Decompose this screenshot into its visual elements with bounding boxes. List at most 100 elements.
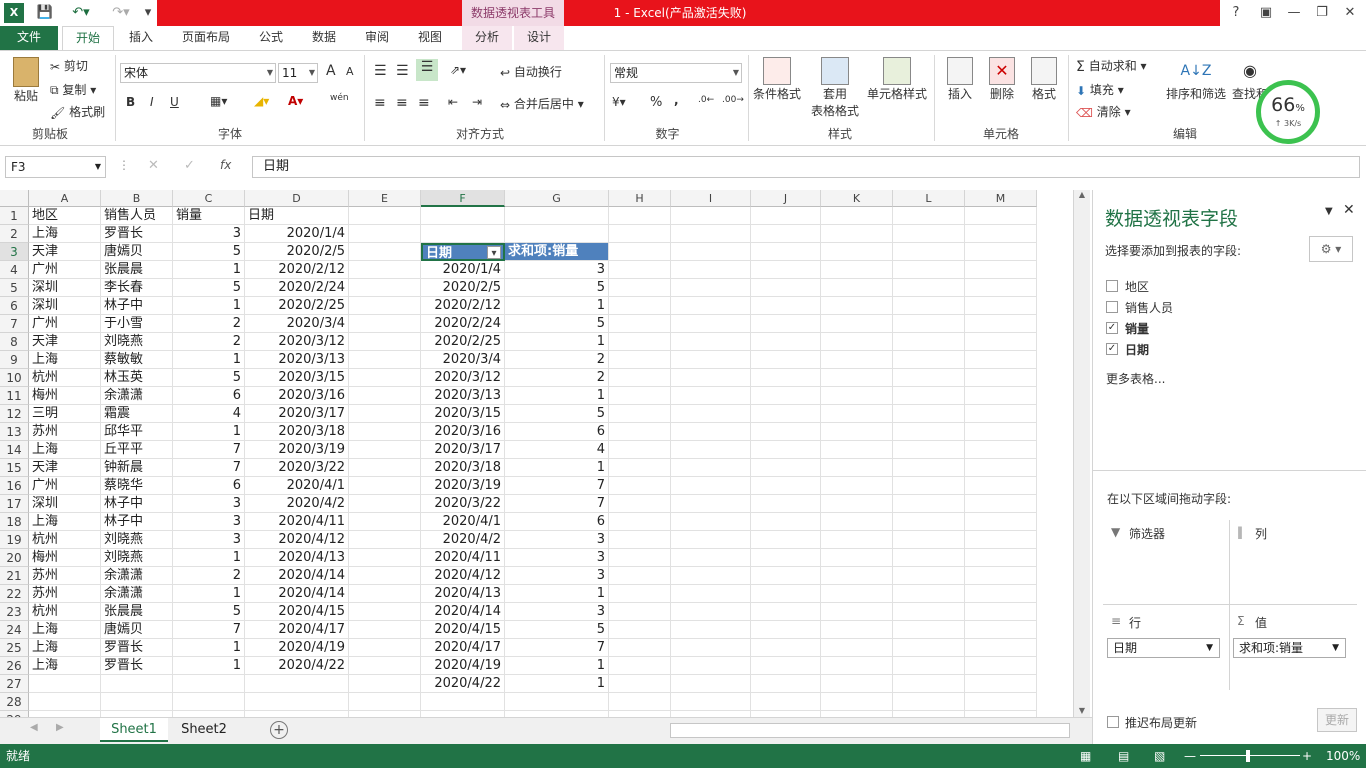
- sheet-tab-sheet1[interactable]: Sheet1: [100, 718, 168, 742]
- grid-cell[interactable]: [609, 261, 671, 279]
- shrink-font-button[interactable]: A: [346, 65, 354, 78]
- delete-cells-button[interactable]: ✕ 删除: [984, 57, 1020, 102]
- source-data-cell[interactable]: 7: [173, 441, 245, 459]
- formula-input[interactable]: 日期: [252, 156, 1360, 178]
- source-data-cell[interactable]: 梅州: [29, 549, 101, 567]
- pivot-header-date[interactable]: 日期 ▾: [421, 243, 505, 261]
- grid-cell[interactable]: [609, 369, 671, 387]
- source-data-cell[interactable]: 梅州: [29, 387, 101, 405]
- pivot-row-label[interactable]: 2020/3/18: [421, 459, 505, 477]
- grid-cell[interactable]: [821, 207, 893, 225]
- grid-cell[interactable]: [349, 261, 421, 279]
- pivot-row-label[interactable]: 2020/2/12: [421, 297, 505, 315]
- grid-cell[interactable]: [821, 675, 893, 693]
- source-data-cell[interactable]: 深圳: [29, 279, 101, 297]
- grid-cell[interactable]: [671, 207, 751, 225]
- grid-cell[interactable]: [751, 225, 821, 243]
- grid-cell[interactable]: [505, 225, 609, 243]
- grid-cell[interactable]: [173, 675, 245, 693]
- source-data-cell[interactable]: 上海: [29, 657, 101, 675]
- pivot-row-label[interactable]: 2020/4/1: [421, 513, 505, 531]
- tab-review[interactable]: 审阅: [356, 26, 398, 50]
- grid-cell[interactable]: [821, 351, 893, 369]
- pivot-row-label[interactable]: 2020/4/14: [421, 603, 505, 621]
- pivot-row-label[interactable]: 2020/4/13: [421, 585, 505, 603]
- source-data-cell[interactable]: 2020/3/19: [245, 441, 349, 459]
- source-data-cell[interactable]: 2020/2/12: [245, 261, 349, 279]
- grid-cell[interactable]: [965, 693, 1037, 711]
- pivot-row-value[interactable]: 1: [505, 585, 609, 603]
- grid-cell[interactable]: [893, 531, 965, 549]
- grid-cell[interactable]: [751, 513, 821, 531]
- tab-home[interactable]: 开始: [62, 26, 114, 50]
- phonetic-button[interactable]: wén: [330, 93, 349, 103]
- source-data-cell[interactable]: 张晨晨: [101, 261, 173, 279]
- pivot-row-value[interactable]: 4: [505, 441, 609, 459]
- grid-cell[interactable]: [609, 531, 671, 549]
- normal-view-icon[interactable]: ▦: [1080, 744, 1091, 768]
- grid-cell[interactable]: [349, 657, 421, 675]
- grid-cell[interactable]: [349, 675, 421, 693]
- source-data-cell[interactable]: 杭州: [29, 603, 101, 621]
- border-icon[interactable]: ▦▾: [210, 94, 227, 108]
- row-header[interactable]: 20: [0, 549, 29, 567]
- grid-cell[interactable]: [751, 549, 821, 567]
- grid-cell[interactable]: [671, 315, 751, 333]
- grid-cell[interactable]: [751, 621, 821, 639]
- grid-cell[interactable]: [965, 225, 1037, 243]
- pivot-row-value[interactable]: 5: [505, 279, 609, 297]
- pivot-row-label[interactable]: 2020/2/24: [421, 315, 505, 333]
- grid-cell[interactable]: [965, 243, 1037, 261]
- tab-data[interactable]: 数据: [302, 26, 346, 50]
- grid-cell[interactable]: [893, 351, 965, 369]
- fill-color-icon[interactable]: ◢▾: [254, 94, 269, 108]
- grid-cell[interactable]: [101, 693, 173, 711]
- row-header[interactable]: 9: [0, 351, 29, 369]
- pivot-row-value[interactable]: 1: [505, 297, 609, 315]
- source-data-cell[interactable]: 钟新晨: [101, 459, 173, 477]
- row-header[interactable]: 19: [0, 531, 29, 549]
- grid-cell[interactable]: [821, 405, 893, 423]
- pivot-row-label[interactable]: 2020/4/12: [421, 567, 505, 585]
- grid-cell[interactable]: [751, 459, 821, 477]
- column-header[interactable]: F: [421, 190, 505, 207]
- source-data-cell[interactable]: 广州: [29, 261, 101, 279]
- source-data-cell[interactable]: 2020/4/15: [245, 603, 349, 621]
- grid-cell[interactable]: [821, 495, 893, 513]
- grid-cell[interactable]: [671, 603, 751, 621]
- source-data-cell[interactable]: 余潇潇: [101, 567, 173, 585]
- bold-button[interactable]: B: [126, 95, 135, 109]
- save-icon[interactable]: 💾: [34, 3, 56, 23]
- grid-cell[interactable]: [893, 657, 965, 675]
- grid-cell[interactable]: [671, 495, 751, 513]
- grid-cell[interactable]: [671, 657, 751, 675]
- rows-field-pill[interactable]: 日期 ▼: [1107, 638, 1220, 658]
- tab-formulas[interactable]: 公式: [250, 26, 292, 50]
- source-data-cell[interactable]: 2020/1/4: [245, 225, 349, 243]
- grid-cell[interactable]: [893, 477, 965, 495]
- source-data-cell[interactable]: 4: [173, 405, 245, 423]
- grid-cell[interactable]: [893, 225, 965, 243]
- grid-cell[interactable]: [965, 603, 1037, 621]
- pivot-row-label[interactable]: 2020/3/16: [421, 423, 505, 441]
- pivot-row-label[interactable]: 2020/3/12: [421, 369, 505, 387]
- grid-cell[interactable]: [965, 567, 1037, 585]
- grid-cell[interactable]: [101, 675, 173, 693]
- grid-cell[interactable]: [893, 261, 965, 279]
- grid-cell[interactable]: [349, 513, 421, 531]
- grid-cell[interactable]: [965, 495, 1037, 513]
- grid-cell[interactable]: [965, 459, 1037, 477]
- source-data-cell[interactable]: 林子中: [101, 513, 173, 531]
- grid-cell[interactable]: [671, 333, 751, 351]
- cut-button[interactable]: ✂ 剪切: [50, 57, 88, 74]
- row-header[interactable]: 23: [0, 603, 29, 621]
- row-header[interactable]: 12: [0, 405, 29, 423]
- grid-cell[interactable]: [751, 441, 821, 459]
- grid-cell[interactable]: [609, 693, 671, 711]
- decrease-decimal-icon[interactable]: .00→: [722, 95, 744, 105]
- minimize-icon[interactable]: —: [1280, 0, 1308, 26]
- update-button[interactable]: 更新: [1317, 708, 1357, 732]
- grid-cell[interactable]: [671, 675, 751, 693]
- source-data-cell[interactable]: 上海: [29, 513, 101, 531]
- grid-cell[interactable]: [671, 405, 751, 423]
